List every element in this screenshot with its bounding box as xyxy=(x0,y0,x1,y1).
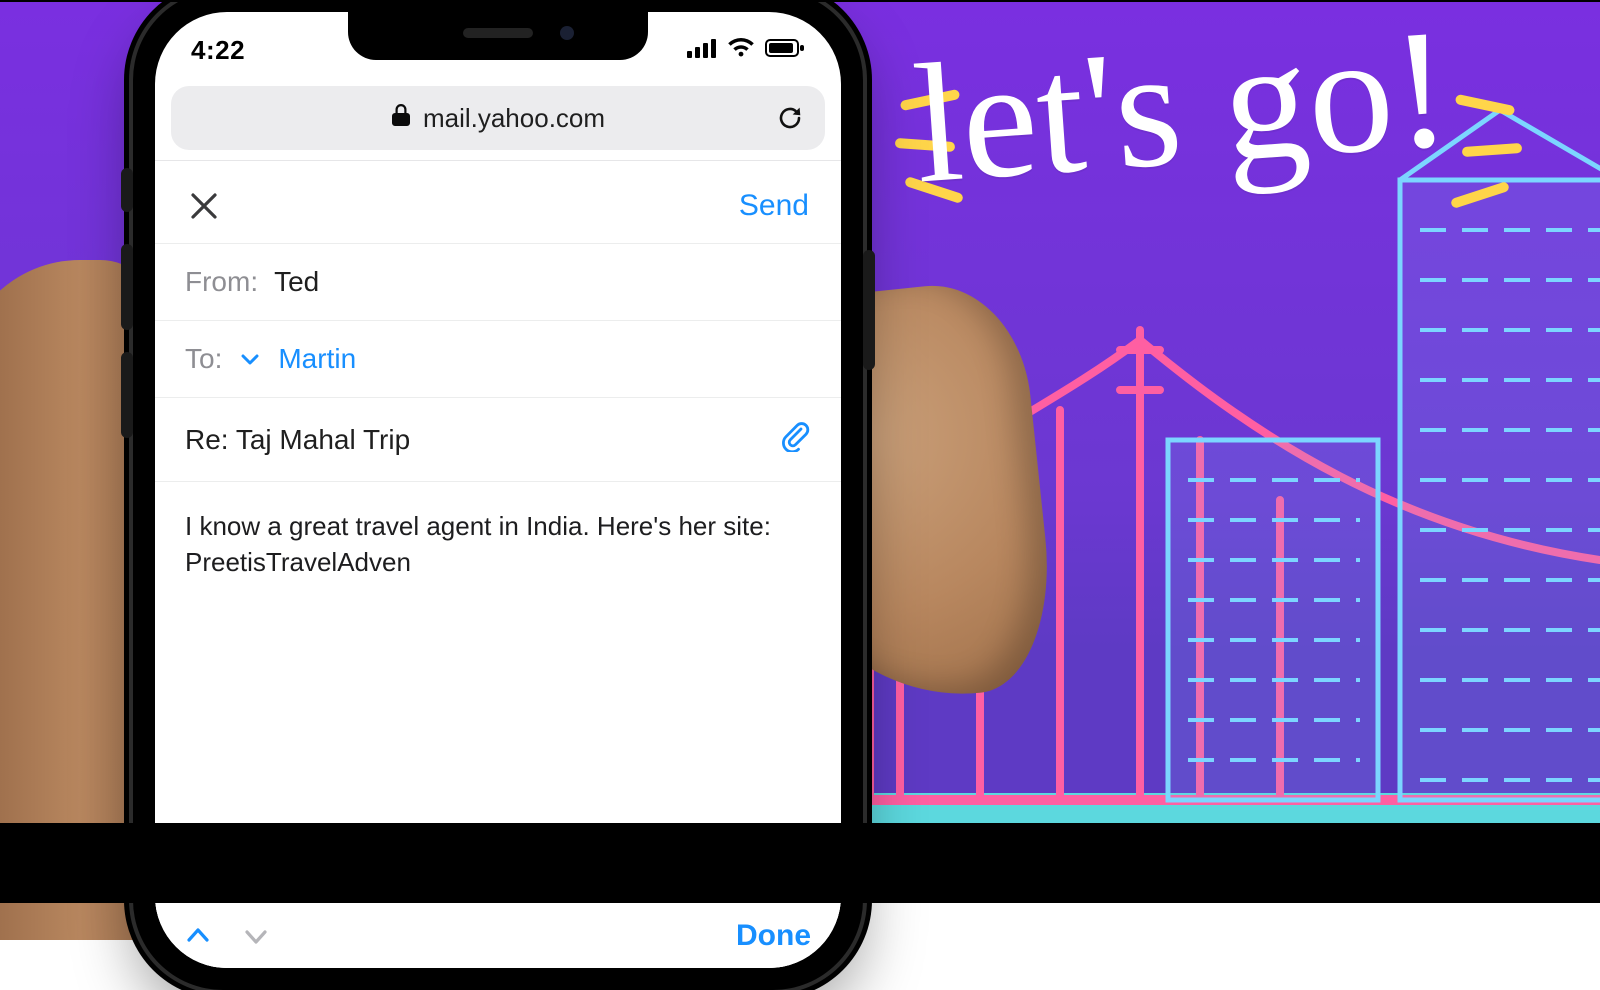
send-button[interactable]: Send xyxy=(737,183,811,229)
close-button[interactable] xyxy=(185,187,223,225)
from-label: From: xyxy=(185,266,258,298)
chevron-down-icon[interactable] xyxy=(238,347,262,371)
browser-url: mail.yahoo.com xyxy=(423,103,605,134)
compose-header: Send xyxy=(155,161,841,244)
spark-accent xyxy=(1455,94,1516,116)
from-row[interactable]: From: Ted xyxy=(155,244,841,321)
to-value: Martin xyxy=(278,343,356,375)
volume-up xyxy=(121,244,133,330)
refresh-button[interactable] xyxy=(773,101,807,135)
spark-accent xyxy=(1450,181,1510,209)
promo-headline: let's go! xyxy=(909,11,1454,201)
to-row[interactable]: To: Martin xyxy=(155,321,841,398)
lock-icon xyxy=(391,103,411,134)
prev-field-button[interactable] xyxy=(177,915,219,957)
notch xyxy=(348,12,648,60)
letterbox xyxy=(0,823,1600,903)
keyboard-done-button[interactable]: Done xyxy=(736,919,811,953)
from-value: Ted xyxy=(274,266,319,298)
wifi-icon xyxy=(727,38,755,63)
battery-icon xyxy=(765,38,805,63)
to-label: To: xyxy=(185,343,222,375)
attach-button[interactable] xyxy=(779,420,811,459)
cellular-icon xyxy=(687,38,717,63)
status-time: 4:22 xyxy=(191,35,245,66)
spark-accent xyxy=(1462,143,1523,157)
volume-down xyxy=(121,352,133,438)
next-field-button[interactable] xyxy=(235,915,277,957)
mute-switch xyxy=(121,168,133,212)
subject-row[interactable]: Re: Taj Mahal Trip xyxy=(155,398,841,482)
letterbox xyxy=(0,0,1600,2)
subject-value: Re: Taj Mahal Trip xyxy=(185,424,410,456)
power-button xyxy=(863,250,875,370)
keyboard-accessory-bar: Done xyxy=(155,902,841,968)
browser-url-bar[interactable]: mail.yahoo.com xyxy=(171,86,825,150)
